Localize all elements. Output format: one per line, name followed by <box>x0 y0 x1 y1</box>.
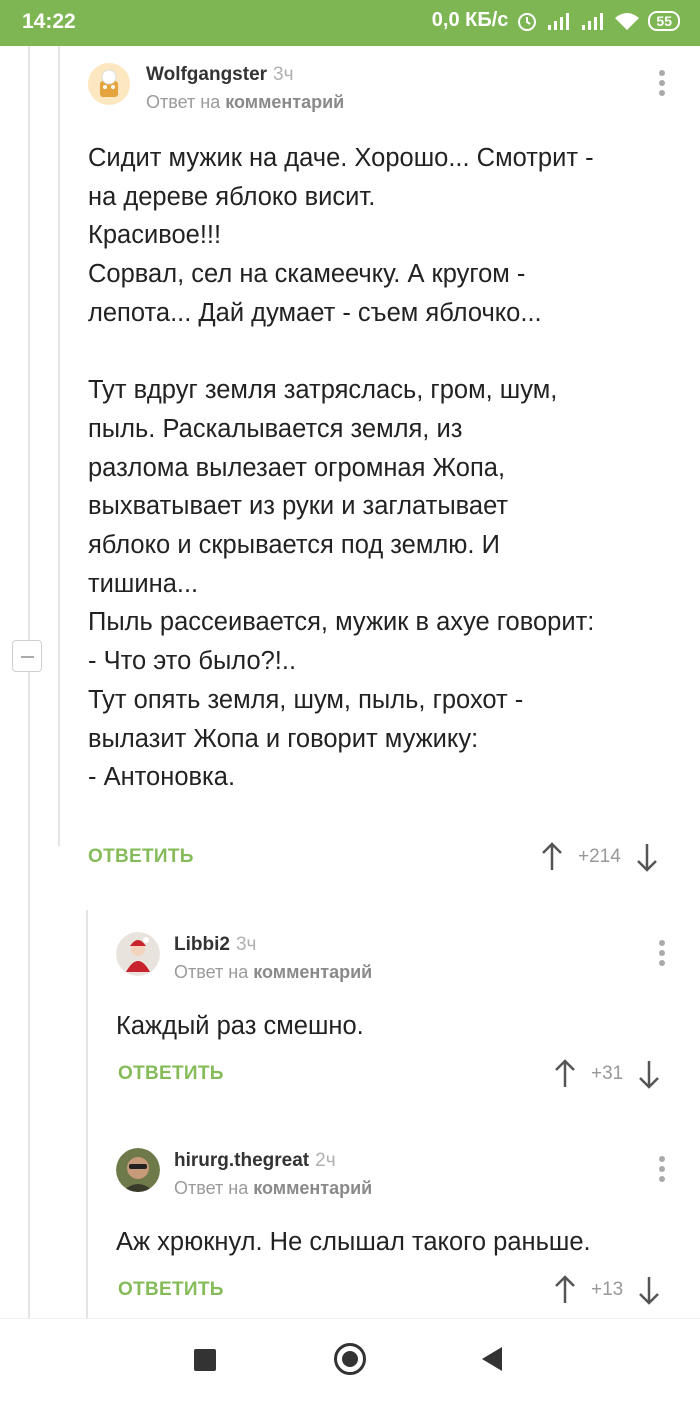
reply-target-link[interactable]: комментарий <box>225 92 344 112</box>
reply-to: Ответ на комментарий <box>146 92 344 113</box>
author-name[interactable]: Libbi2 <box>174 934 230 955</box>
thread-line <box>28 46 30 1318</box>
recent-apps-button[interactable] <box>194 1349 216 1371</box>
thread-line <box>58 46 60 846</box>
reply-to: Ответ на комментарий <box>174 1178 372 1199</box>
reply-target-link[interactable]: комментарий <box>253 1178 372 1198</box>
avatar[interactable] <box>116 1148 160 1192</box>
comment-author[interactable]: hirurg.thegreat 2ч <box>174 1150 336 1172</box>
downvote-icon[interactable] <box>637 1059 661 1089</box>
vote-controls: +214 <box>540 842 659 872</box>
upvote-icon[interactable] <box>540 842 564 872</box>
vote-controls: +13 <box>553 1275 661 1305</box>
reply-button[interactable]: ОТВЕТИТЬ <box>118 1279 224 1301</box>
comment-time: 2ч <box>315 1150 336 1171</box>
author-name[interactable]: hirurg.thegreat <box>174 1150 309 1171</box>
comment-text: Каждый раз смешно. <box>116 1012 364 1040</box>
wifi-icon <box>615 12 640 30</box>
signal-icon <box>548 12 570 30</box>
more-options-icon[interactable] <box>658 940 666 970</box>
thread-line <box>86 910 88 1318</box>
avatar[interactable] <box>88 63 130 105</box>
alarm-icon <box>518 12 537 31</box>
reply-prefix: Ответ на <box>174 1178 249 1198</box>
reply-to: Ответ на комментарий <box>174 962 372 983</box>
comment-time: 3ч <box>235 934 257 955</box>
status-bar: 14:22 0,0 КБ/с 55 <box>0 0 700 46</box>
comment-text: Сидит мужик на даче. Хорошо... Смотрит -… <box>88 144 595 792</box>
home-button[interactable] <box>334 1343 366 1375</box>
system-nav-bar <box>0 1318 700 1401</box>
comment-time: 3ч <box>273 64 294 85</box>
collapse-thread-button[interactable] <box>12 640 42 672</box>
avatar[interactable] <box>116 932 160 976</box>
score: +31 <box>591 1063 624 1084</box>
upvote-icon[interactable] <box>553 1275 577 1305</box>
downvote-icon[interactable] <box>635 842 659 872</box>
reply-prefix: Ответ на <box>174 962 249 982</box>
comment-text: Аж хрюкнул. Не слышал такого раньше. <box>116 1228 591 1256</box>
reply-button[interactable]: ОТВЕТИТЬ <box>88 846 194 868</box>
reply-prefix: Ответ на <box>146 92 221 112</box>
upvote-icon[interactable] <box>553 1059 577 1089</box>
battery-icon: 55 <box>648 10 680 31</box>
network-speed: 0,0 КБ/с <box>431 9 509 31</box>
author-name[interactable]: Wolfgangster <box>146 64 267 85</box>
comment-author[interactable]: Wolfgangster 3ч <box>146 64 294 86</box>
clock: 14:22 <box>22 10 76 33</box>
downvote-icon[interactable] <box>637 1275 661 1305</box>
back-button[interactable] <box>482 1347 502 1371</box>
status-icons: 0,0 КБ/с 55 <box>432 9 680 32</box>
reply-target-link[interactable]: комментарий <box>253 962 372 982</box>
reply-button[interactable]: ОТВЕТИТЬ <box>118 1063 224 1085</box>
signal-icon-2 <box>582 12 604 30</box>
score: +214 <box>578 846 621 867</box>
score: +13 <box>591 1279 624 1300</box>
vote-controls: +31 <box>553 1059 661 1089</box>
more-options-icon[interactable] <box>658 70 666 100</box>
comment-author[interactable]: Libbi2 3ч <box>174 934 256 956</box>
more-options-icon[interactable] <box>658 1156 666 1186</box>
